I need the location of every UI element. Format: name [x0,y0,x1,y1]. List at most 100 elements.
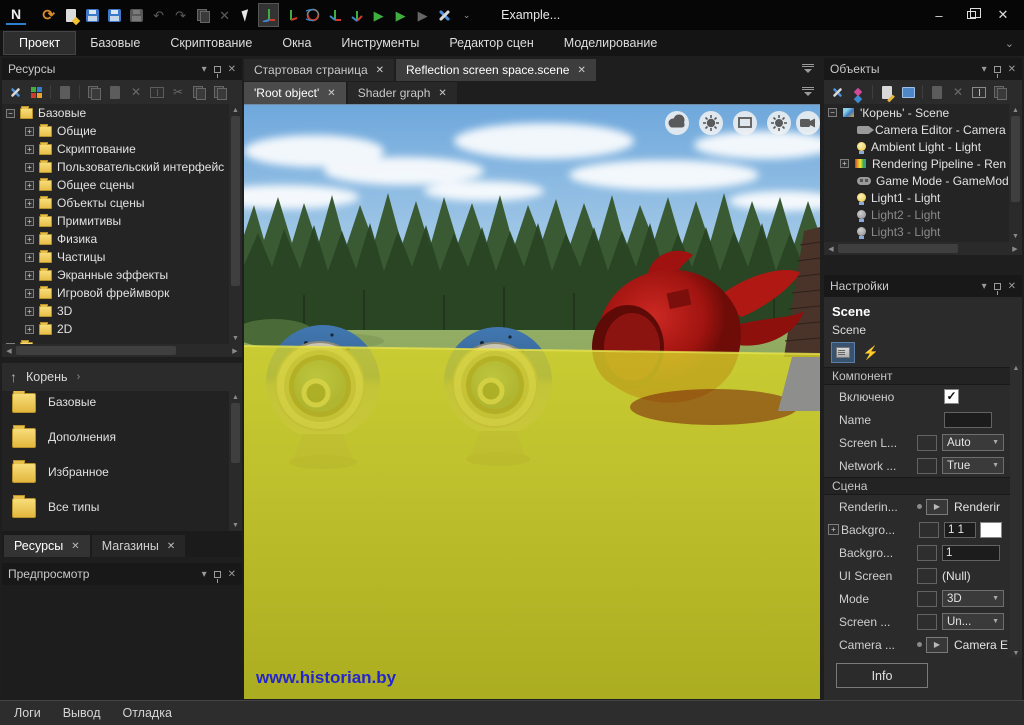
expand-icon[interactable]: + [25,235,34,244]
tree-row[interactable]: +Объекты сцены [2,194,242,212]
scroll-up-icon[interactable]: ▲ [232,104,239,116]
close-icon[interactable]: ✕ [71,541,79,552]
scrollbar-thumb[interactable] [838,244,958,253]
screen-label-dropdown[interactable]: Auto▼ [942,434,1004,451]
list-item[interactable]: Базовые [2,391,242,426]
default-box[interactable] [917,591,937,607]
duplicate-button[interactable] [193,4,212,26]
resources-categories-button[interactable] [27,83,45,101]
status-tab-debug[interactable]: Отладка [123,706,172,720]
tree-row[interactable]: −Базовые [2,104,242,122]
background2-input[interactable] [942,545,1000,561]
transform-tool-button[interactable] [347,4,366,26]
collapse-icon[interactable]: − [828,108,837,117]
tab-shader-graph[interactable]: Shader graph✕ [348,82,457,104]
minimize-button[interactable]: – [924,3,954,27]
collapse-icon[interactable]: − [6,343,15,345]
edit-resource-button[interactable] [56,83,74,101]
tab-scene-document[interactable]: Reflection screen space.scene✕ [396,59,596,81]
scroll-down-icon[interactable]: ▼ [1013,650,1020,657]
tools-button[interactable] [435,4,454,26]
tree-row[interactable]: +Общие [2,122,242,140]
new-component-button[interactable] [899,83,917,101]
tab-properties[interactable] [832,343,854,362]
toolbar-overflow-button[interactable]: ⌄ [457,4,476,26]
objects-tree-hscrollbar[interactable]: ◀ ▶ [824,242,1022,255]
expand-icon[interactable]: + [828,524,839,535]
list-item[interactable]: Дополнения [2,426,242,461]
scroll-down-icon[interactable]: ▼ [232,332,239,344]
tree-row[interactable]: +2D [2,320,242,338]
reference-button[interactable]: ▶ [926,499,948,515]
scroll-up-icon[interactable]: ▲ [1012,104,1019,116]
objects-tree-vscrollbar[interactable]: ▲ ▼ [1009,104,1022,242]
close-icon[interactable]: ✕ [1008,64,1016,75]
close-icon[interactable]: ✕ [228,569,236,580]
rename-object-button[interactable] [970,83,988,101]
network-dropdown[interactable]: True▼ [942,457,1004,474]
default-box[interactable] [917,435,937,451]
collapse-icon[interactable]: − [6,109,15,118]
menu-tools[interactable]: Инструменты [326,32,434,54]
pin-icon[interactable] [214,66,221,73]
rename-button[interactable] [148,83,166,101]
menu-expand-icon[interactable]: ⌄ [1005,37,1014,50]
tree-row[interactable]: +Скриптование [2,140,242,158]
menu-basic[interactable]: Базовые [75,32,155,54]
video-camera-icon[interactable] [800,119,815,128]
expand-icon[interactable]: + [840,159,849,168]
scale-tool-button[interactable] [325,4,344,26]
edit-object-button[interactable] [878,83,896,101]
tab-list-menu-icon[interactable] [802,87,814,97]
close-icon[interactable]: ✕ [327,88,335,99]
close-window-button[interactable]: ✕ [988,3,1018,27]
scroll-up-icon[interactable]: ▲ [1013,365,1020,372]
tree-row[interactable]: +3D [2,302,242,320]
close-icon[interactable]: ✕ [438,88,446,99]
new-resource-button-2[interactable] [106,83,124,101]
menu-windows[interactable]: Окна [267,32,326,54]
refresh-button[interactable]: ⟳ [39,4,58,26]
expand-icon[interactable]: + [25,145,34,154]
menu-scene-editor[interactable]: Редактор сцен [434,32,548,54]
close-icon[interactable]: ✕ [228,64,236,75]
screen-dropdown[interactable]: Un...▼ [942,613,1004,630]
resources-tree-vscrollbar[interactable]: ▲ ▼ [229,104,242,344]
scroll-left-icon[interactable]: ◀ [826,245,836,253]
tab-start-page[interactable]: Стартовая страница✕ [244,59,394,81]
tree-row[interactable]: +Пользовательский интерфейс [2,158,242,176]
default-box[interactable] [917,614,937,630]
mode-dropdown[interactable]: 3D▼ [942,590,1004,607]
panel-menu-icon[interactable]: ▾ [982,64,987,75]
close-icon[interactable]: ✕ [1008,281,1016,292]
list-item[interactable]: Все типы [2,496,242,531]
play-button-2[interactable]: ▶ [391,4,410,26]
expand-icon[interactable]: + [25,127,34,136]
tree-row[interactable]: Light1 - Light [824,189,1022,206]
select-tool-button[interactable] [237,4,256,26]
expand-icon[interactable]: + [25,163,34,172]
expand-icon[interactable]: + [25,271,34,280]
scrollbar-thumb[interactable] [16,346,176,355]
close-icon[interactable]: ✕ [167,541,175,552]
default-box[interactable] [917,458,937,474]
tab-events[interactable]: ⚡ [860,343,882,362]
settings-vscrollbar[interactable]: ▲ ▼ [1010,365,1022,657]
cut-button[interactable]: ✂ [169,83,187,101]
tree-row[interactable]: +Экранные эффекты [2,266,242,284]
enabled-checkbox[interactable]: ✓ [944,389,959,404]
pin-icon[interactable] [214,571,221,578]
new-folder-button[interactable] [85,83,103,101]
move-tool-button[interactable] [259,4,278,26]
paste-object-button[interactable] [991,83,1009,101]
panel-menu-icon[interactable]: ▾ [202,64,207,75]
restore-button[interactable] [956,3,986,27]
scene-viewport[interactable]: www.historian.by [244,104,820,698]
panel-menu-icon[interactable]: ▾ [982,281,987,292]
folder-list-vscrollbar[interactable]: ▲ ▼ [229,391,242,531]
tree-row[interactable]: +Частицы [2,248,242,266]
close-icon[interactable]: ✕ [577,65,585,76]
play-button-1[interactable]: ▶ [369,4,388,26]
info-button[interactable]: Info [836,663,928,688]
play-button-3[interactable]: ▶ [413,4,432,26]
